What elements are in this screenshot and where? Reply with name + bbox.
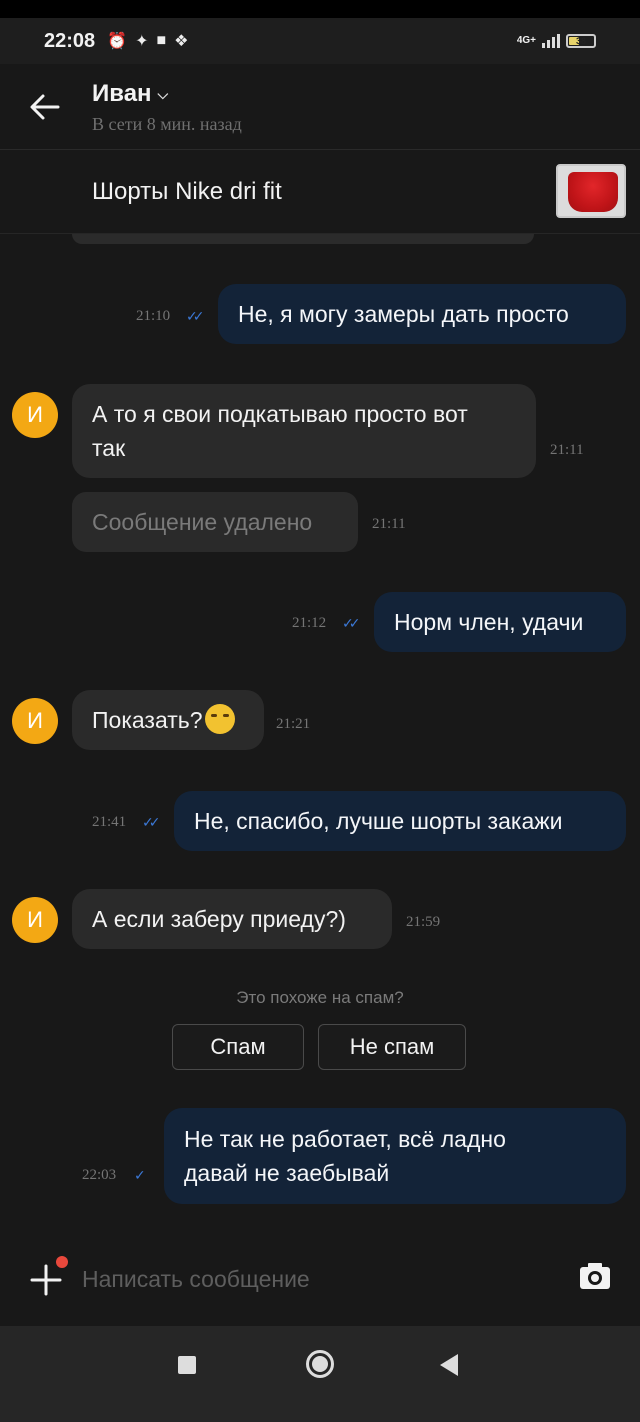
app-icon: ❖ (174, 33, 189, 50)
notification-dot (56, 1256, 68, 1268)
message-text: Показать? (92, 707, 203, 733)
message-time: 21:11 (550, 442, 584, 458)
chat-header: Иван ⌵ В сети 8 мин. назад (0, 64, 640, 150)
deleted-message[interactable]: Сообщение удалено (72, 492, 358, 552)
message-text-line: давай не заебывай (184, 1160, 390, 1186)
product-bar[interactable]: Шорты Nike dri fit (0, 150, 640, 234)
message-time: 21:10 (136, 308, 171, 324)
read-checkmarks-icon: ✓✓ (142, 814, 161, 830)
message-text: Норм член, удачи (394, 609, 584, 635)
previous-message-edge (72, 234, 534, 244)
camera-icon[interactable] (578, 1260, 612, 1292)
spam-button[interactable]: Спам (172, 1024, 304, 1070)
message-time: 21:59 (406, 914, 441, 930)
read-checkmarks-icon: ✓✓ (342, 615, 361, 631)
recents-icon[interactable] (178, 1356, 196, 1374)
back-arrow-icon[interactable] (28, 92, 62, 122)
message-time: 22:03 (82, 1167, 117, 1183)
video-icon: ■ (156, 32, 167, 49)
chevron-down-icon[interactable]: ⌵ (158, 86, 169, 103)
message-input[interactable]: Написать сообщение (82, 1266, 310, 1293)
game-icon: ✦ (135, 33, 149, 50)
incoming-message[interactable]: Показать? (72, 690, 264, 750)
status-bar: 22:08 ⏰ ✦ ■ ❖ 4G+ 38 (0, 18, 640, 64)
read-checkmarks-icon: ✓✓ (186, 308, 205, 324)
incoming-message[interactable]: А если заберу приеду?) (72, 889, 392, 949)
incoming-message[interactable]: А то я свои подкатываю просто вот так (72, 384, 536, 478)
contact-avatar[interactable]: И (12, 698, 58, 744)
contact-status: В сети 8 мин. назад (92, 114, 242, 134)
contact-name[interactable]: Иван (92, 80, 152, 107)
product-title[interactable]: Шорты Nike dri fit (92, 178, 282, 206)
spam-question: Это похоже на спам? (236, 988, 404, 1007)
signal-icon (542, 34, 560, 48)
message-time: 21:21 (276, 716, 311, 732)
sent-checkmark-icon: ✓ (134, 1167, 146, 1183)
message-text-line: Не так не работает, всё ладно (184, 1126, 506, 1152)
top-frame (0, 0, 640, 18)
message-text: Сообщение удалено (92, 509, 313, 535)
message-time: 21:11 (372, 516, 406, 532)
outgoing-message[interactable]: Не, спасибо, лучше шорты закажи (174, 791, 626, 851)
home-icon[interactable] (306, 1350, 334, 1378)
outgoing-message[interactable]: Не так не работает, всё ладно давай не з… (164, 1108, 626, 1204)
product-thumbnail[interactable] (556, 164, 626, 218)
outgoing-message[interactable]: Норм член, удачи (374, 592, 626, 652)
message-text-line: А то я свои подкатываю просто вот (92, 401, 468, 427)
not-spam-button[interactable]: Не спам (318, 1024, 466, 1070)
message-text: А если заберу приеду?) (92, 906, 346, 932)
message-text: Не, спасибо, лучше шорты закажи (194, 808, 563, 834)
contact-avatar[interactable]: И (12, 392, 58, 438)
network-type: 4G+ (516, 35, 536, 46)
message-time: 21:41 (92, 814, 127, 830)
message-text-line: так (92, 435, 126, 461)
outgoing-message[interactable]: Не, я могу замеры дать просто (218, 284, 626, 344)
battery-icon: 38 (566, 34, 596, 48)
system-nav-bar (0, 1326, 640, 1422)
message-time: 21:12 (292, 615, 327, 631)
contact-avatar[interactable]: И (12, 897, 58, 943)
contact-name-row[interactable]: Иван ⌵ (92, 80, 168, 108)
status-time: 22:08 (44, 29, 96, 52)
message-text: Не, я могу замеры дать просто (238, 301, 569, 327)
message-composer: Написать сообщение (0, 1238, 640, 1326)
smirk-emoji-icon (204, 704, 235, 734)
alarm-icon: ⏰ (107, 33, 128, 50)
battery-level: 38 (575, 36, 586, 46)
nav-back-icon[interactable] (440, 1354, 458, 1376)
